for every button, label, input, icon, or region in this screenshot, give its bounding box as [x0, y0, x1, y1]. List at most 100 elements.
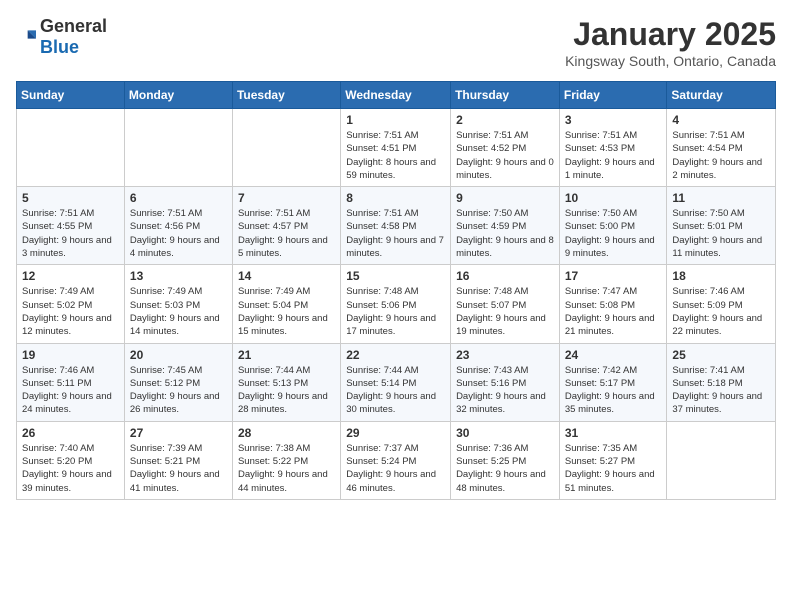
calendar-cell [17, 109, 125, 187]
day-number: 6 [130, 191, 227, 205]
calendar-cell: 26 Sunrise: 7:40 AMSunset: 5:20 PMDaylig… [17, 421, 125, 499]
day-number: 30 [456, 426, 554, 440]
page-header: General Blue January 2025 Kingsway South… [16, 16, 776, 69]
day-info: Sunrise: 7:44 AMSunset: 5:13 PMDaylight:… [238, 364, 335, 417]
day-number: 20 [130, 348, 227, 362]
calendar-cell: 1 Sunrise: 7:51 AMSunset: 4:51 PMDayligh… [341, 109, 451, 187]
day-info: Sunrise: 7:46 AMSunset: 5:11 PMDaylight:… [22, 364, 119, 417]
day-info: Sunrise: 7:50 AMSunset: 5:01 PMDaylight:… [672, 207, 770, 260]
day-info: Sunrise: 7:45 AMSunset: 5:12 PMDaylight:… [130, 364, 227, 417]
weekday-header-row: SundayMondayTuesdayWednesdayThursdayFrid… [17, 82, 776, 109]
day-number: 4 [672, 113, 770, 127]
day-number: 19 [22, 348, 119, 362]
weekday-header: Wednesday [341, 82, 451, 109]
calendar-cell: 29 Sunrise: 7:37 AMSunset: 5:24 PMDaylig… [341, 421, 451, 499]
calendar-cell: 16 Sunrise: 7:48 AMSunset: 5:07 PMDaylig… [451, 265, 560, 343]
day-info: Sunrise: 7:48 AMSunset: 5:07 PMDaylight:… [456, 285, 554, 338]
day-number: 16 [456, 269, 554, 283]
calendar-cell [232, 109, 340, 187]
calendar-table: SundayMondayTuesdayWednesdayThursdayFrid… [16, 81, 776, 500]
calendar-cell: 17 Sunrise: 7:47 AMSunset: 5:08 PMDaylig… [559, 265, 667, 343]
calendar-cell: 25 Sunrise: 7:41 AMSunset: 5:18 PMDaylig… [667, 343, 776, 421]
calendar-cell: 5 Sunrise: 7:51 AMSunset: 4:55 PMDayligh… [17, 187, 125, 265]
weekday-header: Thursday [451, 82, 560, 109]
day-info: Sunrise: 7:47 AMSunset: 5:08 PMDaylight:… [565, 285, 662, 338]
calendar-cell: 19 Sunrise: 7:46 AMSunset: 5:11 PMDaylig… [17, 343, 125, 421]
day-number: 15 [346, 269, 445, 283]
calendar-cell: 15 Sunrise: 7:48 AMSunset: 5:06 PMDaylig… [341, 265, 451, 343]
day-number: 13 [130, 269, 227, 283]
calendar-cell: 11 Sunrise: 7:50 AMSunset: 5:01 PMDaylig… [667, 187, 776, 265]
day-info: Sunrise: 7:41 AMSunset: 5:18 PMDaylight:… [672, 364, 770, 417]
calendar-cell: 28 Sunrise: 7:38 AMSunset: 5:22 PMDaylig… [232, 421, 340, 499]
calendar-cell: 10 Sunrise: 7:50 AMSunset: 5:00 PMDaylig… [559, 187, 667, 265]
day-number: 23 [456, 348, 554, 362]
calendar-cell: 7 Sunrise: 7:51 AMSunset: 4:57 PMDayligh… [232, 187, 340, 265]
day-info: Sunrise: 7:38 AMSunset: 5:22 PMDaylight:… [238, 442, 335, 495]
day-number: 29 [346, 426, 445, 440]
day-info: Sunrise: 7:48 AMSunset: 5:06 PMDaylight:… [346, 285, 445, 338]
day-info: Sunrise: 7:43 AMSunset: 5:16 PMDaylight:… [456, 364, 554, 417]
day-info: Sunrise: 7:51 AMSunset: 4:55 PMDaylight:… [22, 207, 119, 260]
weekday-header: Monday [124, 82, 232, 109]
day-info: Sunrise: 7:51 AMSunset: 4:51 PMDaylight:… [346, 129, 445, 182]
calendar-cell: 4 Sunrise: 7:51 AMSunset: 4:54 PMDayligh… [667, 109, 776, 187]
calendar-cell: 24 Sunrise: 7:42 AMSunset: 5:17 PMDaylig… [559, 343, 667, 421]
day-info: Sunrise: 7:40 AMSunset: 5:20 PMDaylight:… [22, 442, 119, 495]
calendar-cell: 23 Sunrise: 7:43 AMSunset: 5:16 PMDaylig… [451, 343, 560, 421]
day-number: 11 [672, 191, 770, 205]
day-info: Sunrise: 7:37 AMSunset: 5:24 PMDaylight:… [346, 442, 445, 495]
month-title: January 2025 [565, 16, 776, 53]
day-number: 3 [565, 113, 662, 127]
day-number: 18 [672, 269, 770, 283]
day-info: Sunrise: 7:50 AMSunset: 4:59 PMDaylight:… [456, 207, 554, 260]
day-number: 5 [22, 191, 119, 205]
day-info: Sunrise: 7:51 AMSunset: 4:57 PMDaylight:… [238, 207, 335, 260]
day-number: 25 [672, 348, 770, 362]
calendar-cell: 27 Sunrise: 7:39 AMSunset: 5:21 PMDaylig… [124, 421, 232, 499]
day-number: 31 [565, 426, 662, 440]
day-info: Sunrise: 7:49 AMSunset: 5:04 PMDaylight:… [238, 285, 335, 338]
day-info: Sunrise: 7:35 AMSunset: 5:27 PMDaylight:… [565, 442, 662, 495]
calendar-cell [667, 421, 776, 499]
calendar-week-row: 19 Sunrise: 7:46 AMSunset: 5:11 PMDaylig… [17, 343, 776, 421]
day-info: Sunrise: 7:51 AMSunset: 4:53 PMDaylight:… [565, 129, 662, 182]
logo-blue: Blue [40, 37, 79, 57]
title-block: January 2025 Kingsway South, Ontario, Ca… [565, 16, 776, 69]
weekday-header: Friday [559, 82, 667, 109]
location-title: Kingsway South, Ontario, Canada [565, 53, 776, 69]
weekday-header: Sunday [17, 82, 125, 109]
calendar-week-row: 12 Sunrise: 7:49 AMSunset: 5:02 PMDaylig… [17, 265, 776, 343]
logo-text: General Blue [40, 16, 107, 58]
day-number: 10 [565, 191, 662, 205]
calendar-cell [124, 109, 232, 187]
calendar-cell: 3 Sunrise: 7:51 AMSunset: 4:53 PMDayligh… [559, 109, 667, 187]
calendar-cell: 12 Sunrise: 7:49 AMSunset: 5:02 PMDaylig… [17, 265, 125, 343]
calendar-cell: 13 Sunrise: 7:49 AMSunset: 5:03 PMDaylig… [124, 265, 232, 343]
day-number: 21 [238, 348, 335, 362]
day-number: 8 [346, 191, 445, 205]
day-number: 17 [565, 269, 662, 283]
calendar-cell: 8 Sunrise: 7:51 AMSunset: 4:58 PMDayligh… [341, 187, 451, 265]
day-info: Sunrise: 7:39 AMSunset: 5:21 PMDaylight:… [130, 442, 227, 495]
day-number: 14 [238, 269, 335, 283]
day-number: 26 [22, 426, 119, 440]
day-info: Sunrise: 7:36 AMSunset: 5:25 PMDaylight:… [456, 442, 554, 495]
weekday-header: Tuesday [232, 82, 340, 109]
calendar-week-row: 1 Sunrise: 7:51 AMSunset: 4:51 PMDayligh… [17, 109, 776, 187]
day-info: Sunrise: 7:49 AMSunset: 5:03 PMDaylight:… [130, 285, 227, 338]
calendar-cell: 18 Sunrise: 7:46 AMSunset: 5:09 PMDaylig… [667, 265, 776, 343]
day-number: 22 [346, 348, 445, 362]
calendar-cell: 21 Sunrise: 7:44 AMSunset: 5:13 PMDaylig… [232, 343, 340, 421]
day-info: Sunrise: 7:49 AMSunset: 5:02 PMDaylight:… [22, 285, 119, 338]
day-info: Sunrise: 7:51 AMSunset: 4:54 PMDaylight:… [672, 129, 770, 182]
day-number: 27 [130, 426, 227, 440]
day-number: 7 [238, 191, 335, 205]
logo-general: General [40, 16, 107, 36]
day-info: Sunrise: 7:51 AMSunset: 4:52 PMDaylight:… [456, 129, 554, 182]
calendar-cell: 20 Sunrise: 7:45 AMSunset: 5:12 PMDaylig… [124, 343, 232, 421]
day-info: Sunrise: 7:42 AMSunset: 5:17 PMDaylight:… [565, 364, 662, 417]
day-number: 9 [456, 191, 554, 205]
day-number: 2 [456, 113, 554, 127]
day-number: 28 [238, 426, 335, 440]
